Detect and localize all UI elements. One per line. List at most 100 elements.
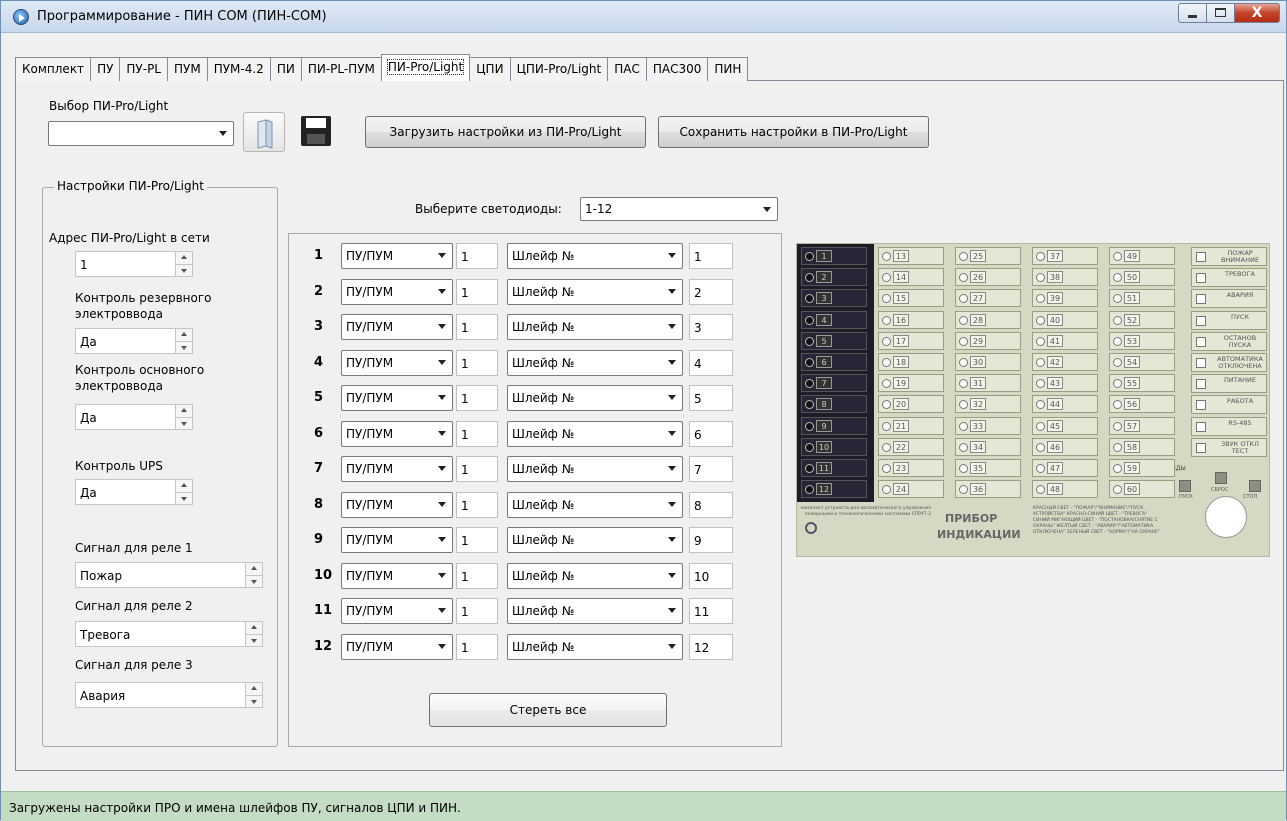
led-device-select[interactable]: ПУ/ПУМ bbox=[341, 278, 453, 305]
main-power-spinner[interactable]: Да bbox=[75, 404, 193, 430]
tab-12[interactable]: ПИН bbox=[707, 57, 749, 81]
led-type-select[interactable]: Шлейф № bbox=[507, 527, 683, 553]
tab-11[interactable]: ПАС300 bbox=[645, 57, 709, 81]
relay1-spinner[interactable]: Пожар bbox=[75, 562, 263, 588]
led-device-number[interactable]: 1 bbox=[456, 633, 498, 660]
spin-down-icon[interactable] bbox=[176, 342, 192, 354]
spin-up-icon[interactable] bbox=[176, 252, 192, 265]
led-device-select[interactable]: ПУ/ПУМ bbox=[341, 598, 453, 624]
tab-6[interactable]: ПИ-PL-ПУМ bbox=[300, 57, 382, 81]
led-device-number[interactable]: 1 bbox=[456, 456, 498, 482]
led-type-number[interactable]: 12 bbox=[689, 633, 733, 660]
led-device-number[interactable]: 1 bbox=[456, 598, 498, 624]
led-type-number[interactable]: 10 bbox=[689, 562, 733, 589]
spin-down-icon[interactable] bbox=[176, 493, 192, 505]
led-type-select[interactable]: Шлейф № bbox=[507, 562, 683, 589]
spin-down-icon[interactable] bbox=[246, 576, 262, 588]
load-settings-button[interactable]: Загрузить настройки из ПИ-Pro/Light bbox=[365, 116, 646, 148]
spin-up-icon[interactable] bbox=[176, 405, 192, 418]
device-select[interactable] bbox=[48, 121, 234, 146]
led-device-number[interactable]: 1 bbox=[456, 420, 498, 447]
close-button[interactable]: X bbox=[1234, 3, 1280, 23]
led-type-number[interactable]: 6 bbox=[689, 420, 733, 447]
open-file-button[interactable] bbox=[243, 112, 285, 152]
address-spinner[interactable]: 1 bbox=[75, 251, 193, 277]
spin-up-icon[interactable] bbox=[246, 683, 262, 696]
reserve-power-spinner[interactable]: Да bbox=[75, 328, 193, 354]
tab-4[interactable]: ПУМ-4.2 bbox=[206, 57, 271, 81]
relay3-spinner[interactable]: Авария bbox=[75, 682, 263, 708]
led-device-select[interactable]: ПУ/ПУМ bbox=[341, 243, 453, 269]
save-settings-button[interactable]: Сохранить настройки в ПИ-Pro/Light bbox=[658, 116, 929, 148]
led-type-number[interactable]: 4 bbox=[689, 349, 733, 376]
led-type-number[interactable]: 3 bbox=[689, 314, 733, 340]
spin-down-icon[interactable] bbox=[176, 265, 192, 277]
led-device-number[interactable]: 1 bbox=[456, 278, 498, 305]
relay2-spinner[interactable]: Тревога bbox=[75, 621, 263, 647]
tab-5[interactable]: ПИ bbox=[269, 57, 302, 81]
led-type-select[interactable]: Шлейф № bbox=[507, 456, 683, 482]
tab-1[interactable]: ПУ bbox=[90, 57, 121, 81]
led-device-select[interactable]: ПУ/ПУМ bbox=[341, 491, 453, 518]
led-type-select[interactable]: Шлейф № bbox=[507, 278, 683, 305]
signal-led-icon bbox=[1196, 421, 1206, 432]
led-device-number[interactable]: 1 bbox=[456, 349, 498, 376]
relay3-value[interactable]: Авария bbox=[75, 682, 245, 708]
led-device-select[interactable]: ПУ/ПУМ bbox=[341, 385, 453, 411]
led-type-number[interactable]: 5 bbox=[689, 385, 733, 411]
led-device-number[interactable]: 1 bbox=[456, 527, 498, 553]
led-device-number[interactable]: 1 bbox=[456, 491, 498, 518]
led-type-select[interactable]: Шлейф № bbox=[507, 633, 683, 660]
led-device-number[interactable]: 1 bbox=[456, 385, 498, 411]
led-device-number[interactable]: 1 bbox=[456, 314, 498, 340]
led-device-select[interactable]: ПУ/ПУМ bbox=[341, 456, 453, 482]
led-type-select[interactable]: Шлейф № bbox=[507, 349, 683, 376]
led-type-number[interactable]: 1 bbox=[689, 243, 733, 269]
spin-down-icon[interactable] bbox=[246, 635, 262, 647]
led-device-select[interactable]: ПУ/ПУМ bbox=[341, 349, 453, 376]
address-value[interactable]: 1 bbox=[75, 251, 175, 277]
tab-2[interactable]: ПУ-PL bbox=[119, 57, 168, 81]
led-device-select[interactable]: ПУ/ПУМ bbox=[341, 633, 453, 660]
tab-0[interactable]: Комплект bbox=[15, 57, 92, 81]
relay1-value[interactable]: Пожар bbox=[75, 562, 245, 588]
led-device-select[interactable]: ПУ/ПУМ bbox=[341, 314, 453, 340]
save-file-button[interactable] bbox=[297, 112, 339, 152]
maximize-button[interactable] bbox=[1206, 3, 1234, 23]
spin-up-icon[interactable] bbox=[246, 563, 262, 576]
led-type-select[interactable]: Шлейф № bbox=[507, 385, 683, 411]
spin-down-icon[interactable] bbox=[246, 696, 262, 708]
led-device-select[interactable]: ПУ/ПУМ bbox=[341, 420, 453, 447]
tab-9[interactable]: ЦПИ-Pro/Light bbox=[509, 57, 609, 81]
tab-7[interactable]: ПИ-Pro/Light bbox=[380, 54, 471, 81]
spin-down-icon[interactable] bbox=[176, 418, 192, 430]
led-type-select[interactable]: Шлейф № bbox=[507, 491, 683, 518]
led-device-select[interactable]: ПУ/ПУМ bbox=[341, 527, 453, 553]
main-power-value[interactable]: Да bbox=[75, 404, 175, 430]
led-device-number[interactable]: 1 bbox=[456, 243, 498, 269]
tab-3[interactable]: ПУМ bbox=[167, 57, 208, 81]
reserve-power-value[interactable]: Да bbox=[75, 328, 175, 354]
ups-value[interactable]: Да bbox=[75, 479, 175, 505]
led-type-select[interactable]: Шлейф № bbox=[507, 420, 683, 447]
clear-all-button[interactable]: Стереть все bbox=[429, 693, 667, 727]
tab-8[interactable]: ЦПИ bbox=[469, 57, 511, 81]
led-type-number[interactable]: 2 bbox=[689, 278, 733, 305]
tab-10[interactable]: ПАС bbox=[607, 57, 647, 81]
spin-up-icon[interactable] bbox=[176, 329, 192, 342]
ups-spinner[interactable]: Да bbox=[75, 479, 193, 505]
led-type-select[interactable]: Шлейф № bbox=[507, 243, 683, 269]
led-type-select[interactable]: Шлейф № bbox=[507, 598, 683, 624]
led-type-number[interactable]: 9 bbox=[689, 527, 733, 553]
led-device-number[interactable]: 1 bbox=[456, 562, 498, 589]
led-type-number[interactable]: 7 bbox=[689, 456, 733, 482]
spin-up-icon[interactable] bbox=[176, 480, 192, 493]
led-device-select[interactable]: ПУ/ПУМ bbox=[341, 562, 453, 589]
led-range-select[interactable]: 1-12 bbox=[580, 197, 778, 221]
spin-up-icon[interactable] bbox=[246, 622, 262, 635]
led-type-number[interactable]: 8 bbox=[689, 491, 733, 518]
minimize-button[interactable] bbox=[1178, 3, 1206, 23]
relay2-value[interactable]: Тревога bbox=[75, 621, 245, 647]
led-type-number[interactable]: 11 bbox=[689, 598, 733, 624]
led-type-select[interactable]: Шлейф № bbox=[507, 314, 683, 340]
